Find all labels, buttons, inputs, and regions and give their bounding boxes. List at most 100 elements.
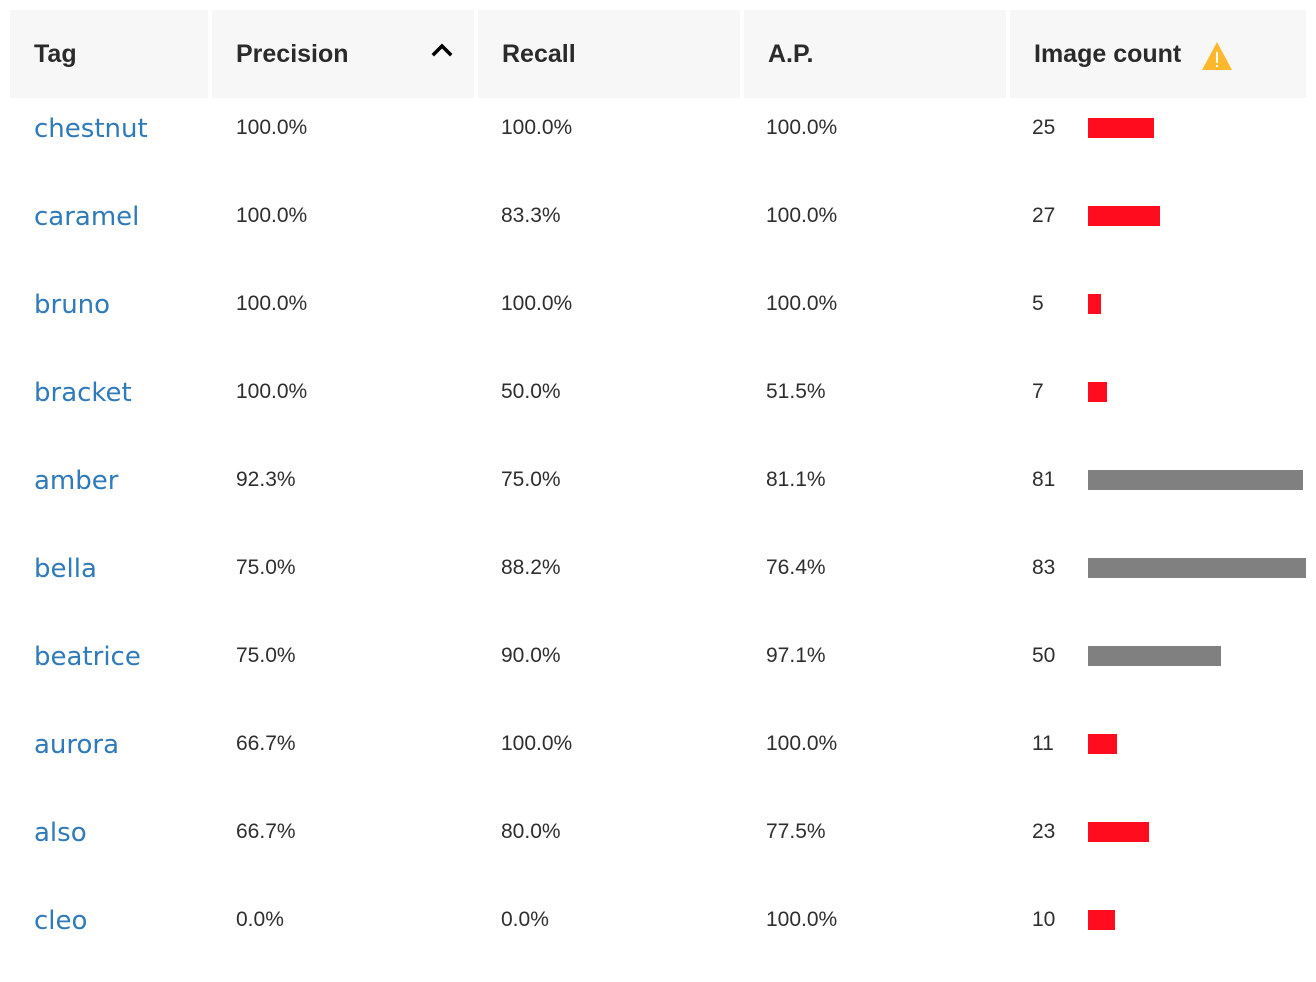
ap-cell: 100.0%: [766, 908, 838, 931]
precision-cell: 0.0%: [236, 908, 284, 931]
tag-link[interactable]: amber: [34, 466, 118, 496]
tag-link[interactable]: bracket: [34, 378, 132, 408]
recall-cell: 100.0%: [501, 116, 573, 139]
tag-performance-table: Tag Precision Recall A.P. Image count ch…: [10, 10, 1306, 978]
ap-cell: 100.0%: [766, 204, 838, 227]
tag-link[interactable]: chestnut: [34, 114, 148, 144]
precision-cell: 100.0%: [236, 204, 308, 227]
image-count-value: 23: [1032, 820, 1056, 843]
table-row: aurora 66.7% 100.0% 100.0% 11: [10, 714, 1306, 802]
tag-cell: beatrice: [10, 626, 212, 674]
column-header-label: A.P.: [768, 39, 814, 68]
chevron-up-icon[interactable]: [430, 38, 454, 62]
precision-cell: 66.7%: [236, 820, 296, 843]
recall-cell: 0.0%: [501, 908, 549, 931]
precision-cell: 75.0%: [236, 644, 296, 667]
image-count-cell: 50: [1010, 626, 1306, 668]
ap-cell: 51.5%: [766, 380, 826, 403]
precision-cell: 66.7%: [236, 732, 296, 755]
image-count-bar: [1087, 558, 1306, 578]
image-count-cell: 10: [1010, 890, 1306, 932]
warning-triangle-icon[interactable]: [1201, 41, 1233, 71]
ap-cell: 77.5%: [766, 820, 826, 843]
table-row: cleo 0.0% 0.0% 100.0% 10: [10, 890, 1306, 978]
recall-cell: 100.0%: [501, 732, 573, 755]
image-count-value: 10: [1032, 908, 1056, 931]
image-count-cell: 81: [1010, 450, 1306, 492]
tag-link[interactable]: caramel: [34, 202, 139, 232]
recall-cell: 88.2%: [501, 556, 561, 579]
table-body: chestnut 100.0% 100.0% 100.0% 25 caramel…: [10, 98, 1306, 978]
recall-cell: 80.0%: [501, 820, 561, 843]
table-row: chestnut 100.0% 100.0% 100.0% 25: [10, 98, 1306, 186]
column-header-label: Recall: [502, 39, 576, 68]
precision-cell: 75.0%: [236, 556, 296, 579]
image-count-value: 83: [1032, 556, 1056, 579]
image-count-cell: 23: [1010, 802, 1306, 844]
table-row: caramel 100.0% 83.3% 100.0% 27: [10, 186, 1306, 274]
ap-cell: 100.0%: [766, 116, 838, 139]
table-row: beatrice 75.0% 90.0% 97.1% 50: [10, 626, 1306, 714]
column-header-label: Tag: [34, 39, 77, 68]
recall-cell: 100.0%: [501, 292, 573, 315]
table-header: Tag Precision Recall A.P. Image count: [10, 10, 1306, 98]
image-count-cell: 11: [1010, 714, 1306, 756]
precision-cell: 100.0%: [236, 380, 308, 403]
image-count-bar: [1088, 470, 1303, 490]
image-count-bar: [1088, 646, 1221, 666]
image-count-bar: [1088, 910, 1115, 930]
image-count-bar: [1088, 382, 1107, 402]
tag-cell: cleo: [10, 890, 212, 938]
tag-link[interactable]: aurora: [34, 730, 119, 760]
recall-cell: 50.0%: [501, 380, 561, 403]
tag-cell: also: [10, 802, 212, 850]
image-count-cell: 7: [1010, 362, 1306, 404]
image-count-value: 11: [1032, 732, 1054, 755]
image-count-value: 5: [1032, 292, 1044, 315]
ap-cell: 76.4%: [766, 556, 826, 579]
column-header-precision[interactable]: Precision: [212, 10, 474, 98]
tag-link[interactable]: bella: [34, 554, 97, 584]
recall-cell: 83.3%: [501, 204, 561, 227]
column-header-label: Image count: [1034, 39, 1182, 68]
column-header-recall[interactable]: Recall: [478, 10, 740, 98]
image-count-cell: 25: [1010, 98, 1306, 140]
table-row: amber 92.3% 75.0% 81.1% 81: [10, 450, 1306, 538]
image-count-bar: [1088, 206, 1160, 226]
table-row: bella 75.0% 88.2% 76.4% 83: [10, 538, 1306, 626]
image-count-value: 25: [1032, 116, 1056, 139]
table-row: also 66.7% 80.0% 77.5% 23: [10, 802, 1306, 890]
table-row: bracket 100.0% 50.0% 51.5% 7: [10, 362, 1306, 450]
tag-link[interactable]: also: [34, 818, 87, 848]
image-count-value: 7: [1032, 380, 1044, 403]
tag-cell: bracket: [10, 362, 212, 410]
tag-link[interactable]: bruno: [34, 290, 110, 320]
image-count-value: 50: [1032, 644, 1056, 667]
ap-cell: 100.0%: [766, 292, 838, 315]
precision-cell: 92.3%: [236, 468, 296, 491]
image-count-bar: [1088, 822, 1149, 842]
tag-link[interactable]: beatrice: [34, 642, 141, 672]
tag-link[interactable]: cleo: [34, 906, 87, 936]
image-count-cell: 83: [1010, 538, 1306, 580]
image-count-bar: [1088, 734, 1117, 754]
recall-cell: 75.0%: [501, 468, 561, 491]
column-header-tag[interactable]: Tag: [10, 10, 208, 98]
tag-cell: aurora: [10, 714, 212, 762]
ap-cell: 100.0%: [766, 732, 838, 755]
column-header-ap[interactable]: A.P.: [744, 10, 1006, 98]
tag-cell: bruno: [10, 274, 212, 322]
tag-cell: chestnut: [10, 98, 212, 146]
column-header-label: Precision: [236, 39, 349, 68]
image-count-bar: [1088, 294, 1101, 314]
image-count-value: 27: [1032, 204, 1056, 227]
image-count-value: 81: [1032, 468, 1056, 491]
table-row: bruno 100.0% 100.0% 100.0% 5: [10, 274, 1306, 362]
image-count-cell: 5: [1010, 274, 1306, 316]
tag-cell: caramel: [10, 186, 212, 234]
precision-cell: 100.0%: [236, 292, 308, 315]
ap-cell: 97.1%: [766, 644, 826, 667]
recall-cell: 90.0%: [501, 644, 561, 667]
column-header-image-count[interactable]: Image count: [1010, 10, 1306, 98]
image-count-bar: [1088, 118, 1154, 138]
